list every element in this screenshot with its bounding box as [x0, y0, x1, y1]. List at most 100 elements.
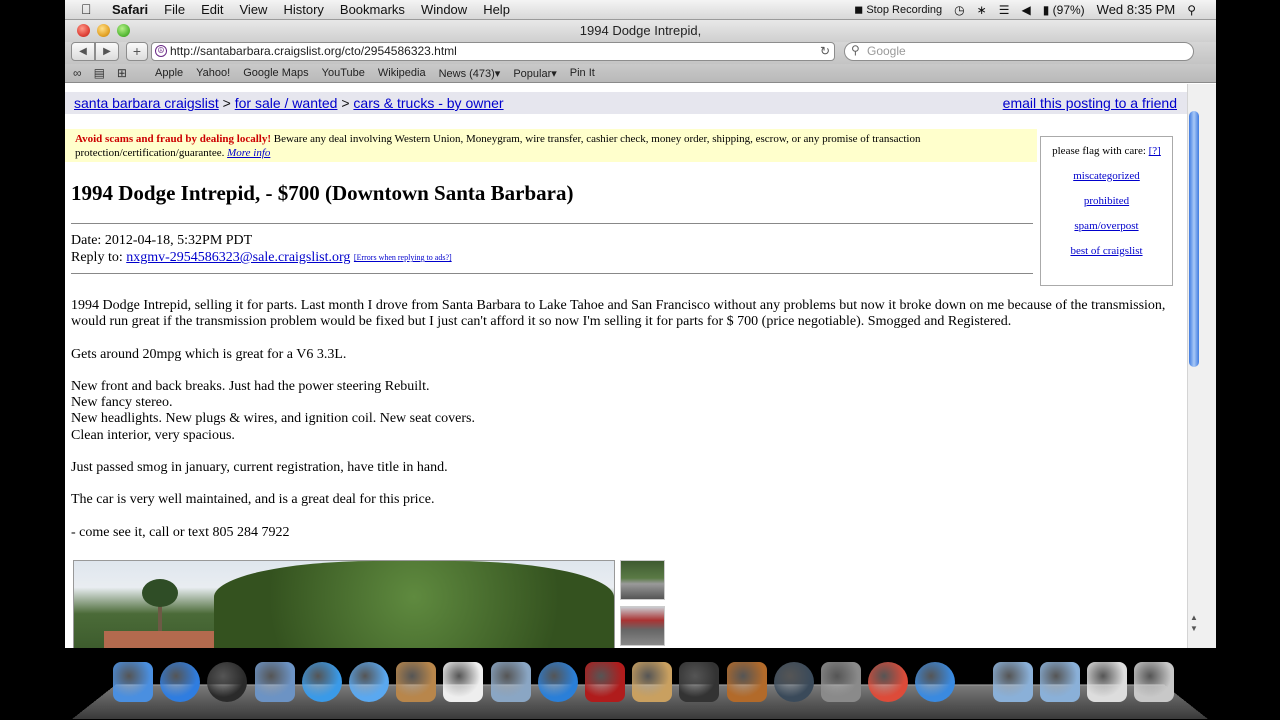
itunes-icon[interactable] [537, 662, 578, 702]
menu-view[interactable]: View [240, 2, 268, 17]
scroll-arrows[interactable]: ▲ ▼ [1188, 612, 1200, 634]
bookmark-google-maps[interactable]: Google Maps [243, 67, 308, 80]
bookmark-wikipedia[interactable]: Wikipedia [378, 67, 426, 80]
breadcrumb: santa barbara craigslist > for sale / wa… [65, 92, 1187, 114]
divider [71, 223, 1033, 224]
finder-icon[interactable] [113, 662, 153, 702]
time-machine-status-icon[interactable]: ◷ [954, 3, 964, 17]
reply-label: Reply to: [71, 250, 127, 265]
breadcrumb-separator: > [222, 95, 231, 111]
flag-prohibited-link[interactable]: prohibited [1041, 195, 1172, 207]
site-favicon-icon: ☮ [155, 45, 167, 57]
window-titlebar: 1994 Dodge Intrepid, [65, 20, 1216, 42]
vertical-scrollbar[interactable]: ▲ ▼ [1187, 84, 1216, 648]
stop-recording-button[interactable]: ◼ Stop Recording [854, 3, 942, 16]
mail-icon[interactable] [254, 662, 295, 702]
search-placeholder: Google [867, 44, 906, 58]
flag-box: please flag with care: [?] miscategorize… [1040, 136, 1173, 286]
battery-icon[interactable]: ▮ (97%) [1043, 3, 1085, 17]
bookmark-news[interactable]: News (473)▾ [439, 67, 501, 80]
photo-thumbnail[interactable] [620, 606, 665, 646]
breadcrumb-separator: > [341, 95, 350, 111]
body-paragraph: New front and back breaks. Just had the … [71, 378, 475, 443]
time-machine-icon[interactable] [773, 662, 814, 702]
breadcrumb-links: santa barbara craigslist > for sale / wa… [74, 95, 504, 111]
photo-palm [142, 579, 178, 607]
system-preferences-icon[interactable] [821, 662, 861, 702]
body-paragraph: Gets around 20mpg which is great for a V… [71, 346, 347, 362]
add-bookmark-button[interactable]: + [126, 42, 148, 61]
warning-headline: Avoid scams and fraud by dealing locally… [75, 133, 271, 145]
errors-replying-link[interactable]: [Errors when replying to ads?] [354, 253, 452, 262]
flag-miscategorized-link[interactable]: miscategorized [1041, 170, 1172, 182]
dock [72, 652, 1208, 720]
menu-history[interactable]: History [283, 2, 323, 17]
wifi-icon[interactable]: ☰ [999, 3, 1010, 17]
spotlight-icon[interactable]: ⚲ [1187, 3, 1196, 17]
bookmark-apple[interactable]: Apple [155, 67, 183, 80]
url-text: http://santabarbara.craigslist.org/cto/2… [170, 44, 457, 58]
photo-thumbnail[interactable] [620, 560, 665, 600]
apple-menu-icon[interactable]:  [81, 1, 92, 17]
breadcrumb-section-link[interactable]: for sale / wanted [235, 95, 338, 111]
breadcrumb-site-link[interactable]: santa barbara craigslist [74, 95, 219, 111]
posting-title: 1994 Dodge Intrepid, - $700 (Downtown Sa… [71, 181, 574, 205]
photo-tree [214, 561, 614, 648]
imovie-icon[interactable] [679, 662, 720, 702]
scrollbar-thumb[interactable] [1189, 111, 1199, 367]
body-paragraph: The car is very well maintained, and is … [71, 492, 435, 508]
scam-warning: Avoid scams and fraud by dealing locally… [65, 129, 1037, 162]
divider [71, 273, 1033, 274]
garageband-icon[interactable] [726, 662, 767, 702]
more-info-link[interactable]: More info [227, 147, 270, 159]
bookmark-popular[interactable]: Popular▾ [513, 67, 556, 80]
downloads-stack-icon[interactable] [1087, 662, 1127, 702]
documents-folder-icon[interactable] [1039, 662, 1080, 702]
back-button[interactable]: ◀ [71, 42, 95, 61]
chrome-icon[interactable] [868, 662, 909, 702]
image-capture-icon[interactable] [632, 662, 673, 702]
reading-glasses-icon[interactable]: ∞ [73, 66, 82, 80]
menu-status-area: ◼ Stop Recording ◷ ∗ ☰ ◀ ▮ (97%) Wed 8:3… [842, 2, 1196, 17]
flag-best-of-link[interactable]: best of craigslist [1041, 245, 1172, 257]
trash-icon[interactable] [1134, 662, 1175, 702]
reload-icon[interactable]: ↻ [820, 43, 830, 60]
main-photo[interactable] [73, 560, 615, 648]
menu-safari[interactable]: Safari [112, 2, 148, 17]
ical-icon[interactable] [443, 662, 484, 702]
reply-email-link[interactable]: nxgmv-2954586323@sale.craigslist.org [126, 250, 350, 265]
bookmark-youtube[interactable]: YouTube [322, 67, 365, 80]
menu-file[interactable]: File [164, 2, 185, 17]
photo-booth-icon[interactable] [585, 662, 625, 702]
posting-date: Date: 2012-04-18, 5:32PM PDT [71, 233, 253, 248]
address-book-icon[interactable] [396, 662, 437, 702]
top-sites-grid-icon[interactable]: ⊞ [117, 66, 127, 80]
flag-title: please flag with care: [?] [1041, 145, 1172, 157]
stop-recording-label: Stop Recording [866, 4, 943, 16]
ichat-icon[interactable] [349, 662, 389, 702]
safari-icon[interactable] [301, 662, 342, 702]
bookmark-yahoo[interactable]: Yahoo! [196, 67, 230, 80]
bookmark-pin-it[interactable]: Pin It [570, 67, 595, 80]
menu-help[interactable]: Help [483, 2, 510, 17]
bluetooth-icon[interactable]: ∗ [977, 3, 987, 17]
app-store-icon[interactable] [160, 662, 201, 702]
flag-spam-link[interactable]: spam/overpost [1041, 220, 1172, 232]
search-icon: ⚲ [851, 43, 860, 57]
forward-button[interactable]: ▶ [95, 42, 119, 61]
menu-window[interactable]: Window [421, 2, 467, 17]
menu-bookmarks[interactable]: Bookmarks [340, 2, 405, 17]
book-icon[interactable]: ▤ [94, 66, 105, 80]
address-bar[interactable]: ☮ http://santabarbara.craigslist.org/cto… [151, 42, 835, 61]
breadcrumb-category-link[interactable]: cars & trucks - by owner [353, 95, 503, 111]
iphoto-icon[interactable] [490, 662, 531, 702]
menu-edit[interactable]: Edit [201, 2, 223, 17]
flag-title-text: please flag with care: [1052, 145, 1146, 157]
volume-icon[interactable]: ◀ [1021, 3, 1030, 17]
clock[interactable]: Wed 8:35 PM [1097, 2, 1176, 17]
window-title: 1994 Dodge Intrepid, [579, 23, 702, 38]
email-posting-link[interactable]: email this posting to a friend [1003, 95, 1177, 111]
flag-help-link[interactable]: [?] [1149, 145, 1161, 157]
applications-folder-icon[interactable] [992, 662, 1033, 702]
search-input[interactable]: ⚲ Google [844, 42, 1194, 61]
